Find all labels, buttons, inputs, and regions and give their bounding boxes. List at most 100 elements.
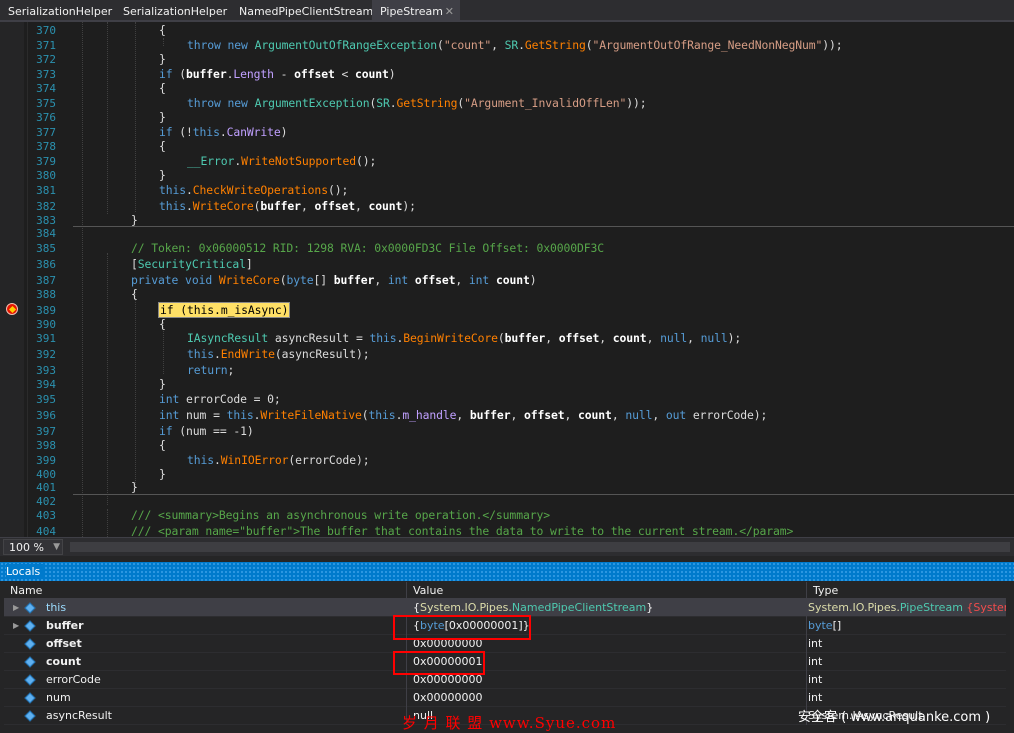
line-number: 384 xyxy=(36,227,56,240)
code-line-387: private void WriteCore(byte[] buffer, in… xyxy=(131,273,537,287)
tab-label: NamedPipeClientStream xyxy=(239,5,374,18)
code-line-403: /// <summary>Begins an asynchronous writ… xyxy=(131,508,550,522)
line-number: 382 xyxy=(36,200,56,213)
watermark-anquanke: 安全客 ( www.anquanke.com ) xyxy=(798,710,991,725)
panel-title: Locals xyxy=(6,564,45,579)
local-name: errorCode xyxy=(46,673,101,686)
column-header-type[interactable]: Type xyxy=(807,582,1006,599)
line-number: 404 xyxy=(36,525,56,537)
tab-namedpipeclientstream[interactable]: NamedPipeClientStream xyxy=(231,0,373,22)
local-type: int xyxy=(808,691,823,704)
code-line-395: int errorCode = 0; xyxy=(159,392,281,406)
code-line-391: IAsyncResult asyncResult = this.BeginWri… xyxy=(187,331,742,345)
code-line-375: throw new ArgumentException(SR.GetString… xyxy=(187,96,647,110)
table-row[interactable]: num 0x00000000 int xyxy=(4,689,1006,707)
code-editor[interactable]: 370 371 372 373 374 375 376 377 378 379 380 381 382 3… xyxy=(0,22,1014,537)
line-number: 401 xyxy=(36,481,56,494)
indent-guide xyxy=(107,253,108,505)
code-line-400: } xyxy=(159,467,166,481)
line-number: 398 xyxy=(36,439,56,452)
code-line-372: } xyxy=(159,52,166,66)
line-number: 375 xyxy=(36,97,56,110)
tab-serializationhelper-2[interactable]: SerializationHelper xyxy=(115,0,228,22)
variable-icon xyxy=(24,674,36,686)
code-line-373: if (buffer.Length - offset < count) xyxy=(159,67,396,81)
tab-serializationhelper-1[interactable]: SerializationHelper xyxy=(0,0,113,22)
local-type: System.IO.Pipes.PipeStream {System.... xyxy=(808,601,1006,614)
code-line-371: throw new ArgumentOutOfRangeException("c… xyxy=(187,38,843,52)
code-line-382: this.WriteCore(buffer, offset, count); xyxy=(159,199,416,213)
local-name: this xyxy=(46,601,67,614)
line-number: 402 xyxy=(36,495,56,508)
local-type: int xyxy=(808,655,823,668)
local-type: int xyxy=(808,673,823,686)
table-row[interactable]: count 0x00000001 int xyxy=(4,653,1006,671)
local-name: buffer xyxy=(46,619,84,632)
variable-icon xyxy=(24,638,36,650)
code-line-396: int num = this.WriteFileNative(this.m_ha… xyxy=(159,408,768,422)
code-line-379: __Error.WriteNotSupported(); xyxy=(187,154,377,168)
close-icon[interactable]: ✕ xyxy=(445,0,454,23)
expand-arrow-icon[interactable]: ▶ xyxy=(13,599,19,617)
line-number: 373 xyxy=(36,68,56,81)
method-separator xyxy=(73,226,1014,227)
code-line-399: this.WinIOError(errorCode); xyxy=(187,453,370,467)
local-type: int xyxy=(808,637,823,650)
line-number: 397 xyxy=(36,425,56,438)
line-number: 376 xyxy=(36,111,56,124)
horizontal-scrollbar[interactable] xyxy=(70,542,1010,552)
chevron-down-icon: ▼ xyxy=(53,542,60,552)
tab-label: SerializationHelper xyxy=(123,5,228,18)
code-line-398: { xyxy=(159,438,166,452)
line-number: 390 xyxy=(36,318,56,331)
code-line-374: { xyxy=(159,81,166,95)
line-number: 391 xyxy=(36,332,56,345)
code-line-376: } xyxy=(159,110,166,124)
code-line-386: [SecurityCritical] xyxy=(131,257,253,271)
line-number: 395 xyxy=(36,393,56,406)
code-line-381: this.CheckWriteOperations(); xyxy=(159,183,349,197)
code-line-392: this.EndWrite(asyncResult); xyxy=(187,347,370,361)
indent-guide xyxy=(135,292,136,487)
code-line-393: return; xyxy=(187,363,235,377)
current-statement-highlight: if (this.m_isAsync) xyxy=(157,302,291,318)
variable-icon xyxy=(24,656,36,668)
locals-title-bar[interactable]: Locals xyxy=(0,562,1014,581)
line-number: 392 xyxy=(36,348,56,361)
code-line-397: if (num == -1) xyxy=(159,424,254,438)
local-name: num xyxy=(46,691,71,704)
expand-arrow-icon[interactable]: ▶ xyxy=(13,617,19,635)
line-number: 399 xyxy=(36,454,56,467)
code-line-383: } xyxy=(131,213,138,227)
zoom-dropdown[interactable]: 100 % ▼ xyxy=(3,539,63,555)
annotation-box-buffer xyxy=(393,615,531,640)
breakpoint-icon[interactable] xyxy=(6,303,18,315)
ide-window: SerializationHelper SerializationHelper … xyxy=(0,0,1014,733)
code-line-377: if (!this.CanWrite) xyxy=(159,125,288,139)
indent-guide xyxy=(135,22,136,212)
tab-label: SerializationHelper xyxy=(8,5,113,18)
table-row[interactable]: errorCode 0x00000000 int xyxy=(4,671,1006,689)
variable-icon xyxy=(24,692,36,704)
code-line-380: } xyxy=(159,168,166,182)
code-line-394: } xyxy=(159,377,166,391)
local-value: 0x00000000 xyxy=(407,689,807,707)
code-line-370: { xyxy=(159,23,166,37)
column-header-name[interactable]: Name xyxy=(4,582,407,599)
line-number: 393 xyxy=(36,364,56,377)
code-line-385: // Token: 0x06000512 RID: 1298 RVA: 0x00… xyxy=(131,241,605,255)
line-number: 403 xyxy=(36,509,56,522)
method-separator xyxy=(73,494,1014,495)
tab-pipestream[interactable]: PipeStream ✕ xyxy=(372,0,460,22)
line-number: 377 xyxy=(36,126,56,139)
local-type: byte[] xyxy=(808,619,842,632)
zoom-level: 100 % xyxy=(9,541,44,554)
column-header-value[interactable]: Value xyxy=(407,582,807,599)
code-line-388: { xyxy=(131,287,138,301)
breakpoint-margin[interactable] xyxy=(0,22,24,537)
line-number: 379 xyxy=(36,155,56,168)
indent-guide xyxy=(107,509,108,537)
line-number: 386 xyxy=(36,258,56,271)
line-number: 389 xyxy=(36,304,56,317)
editor-status-strip: 100 % ▼ xyxy=(0,537,1014,556)
